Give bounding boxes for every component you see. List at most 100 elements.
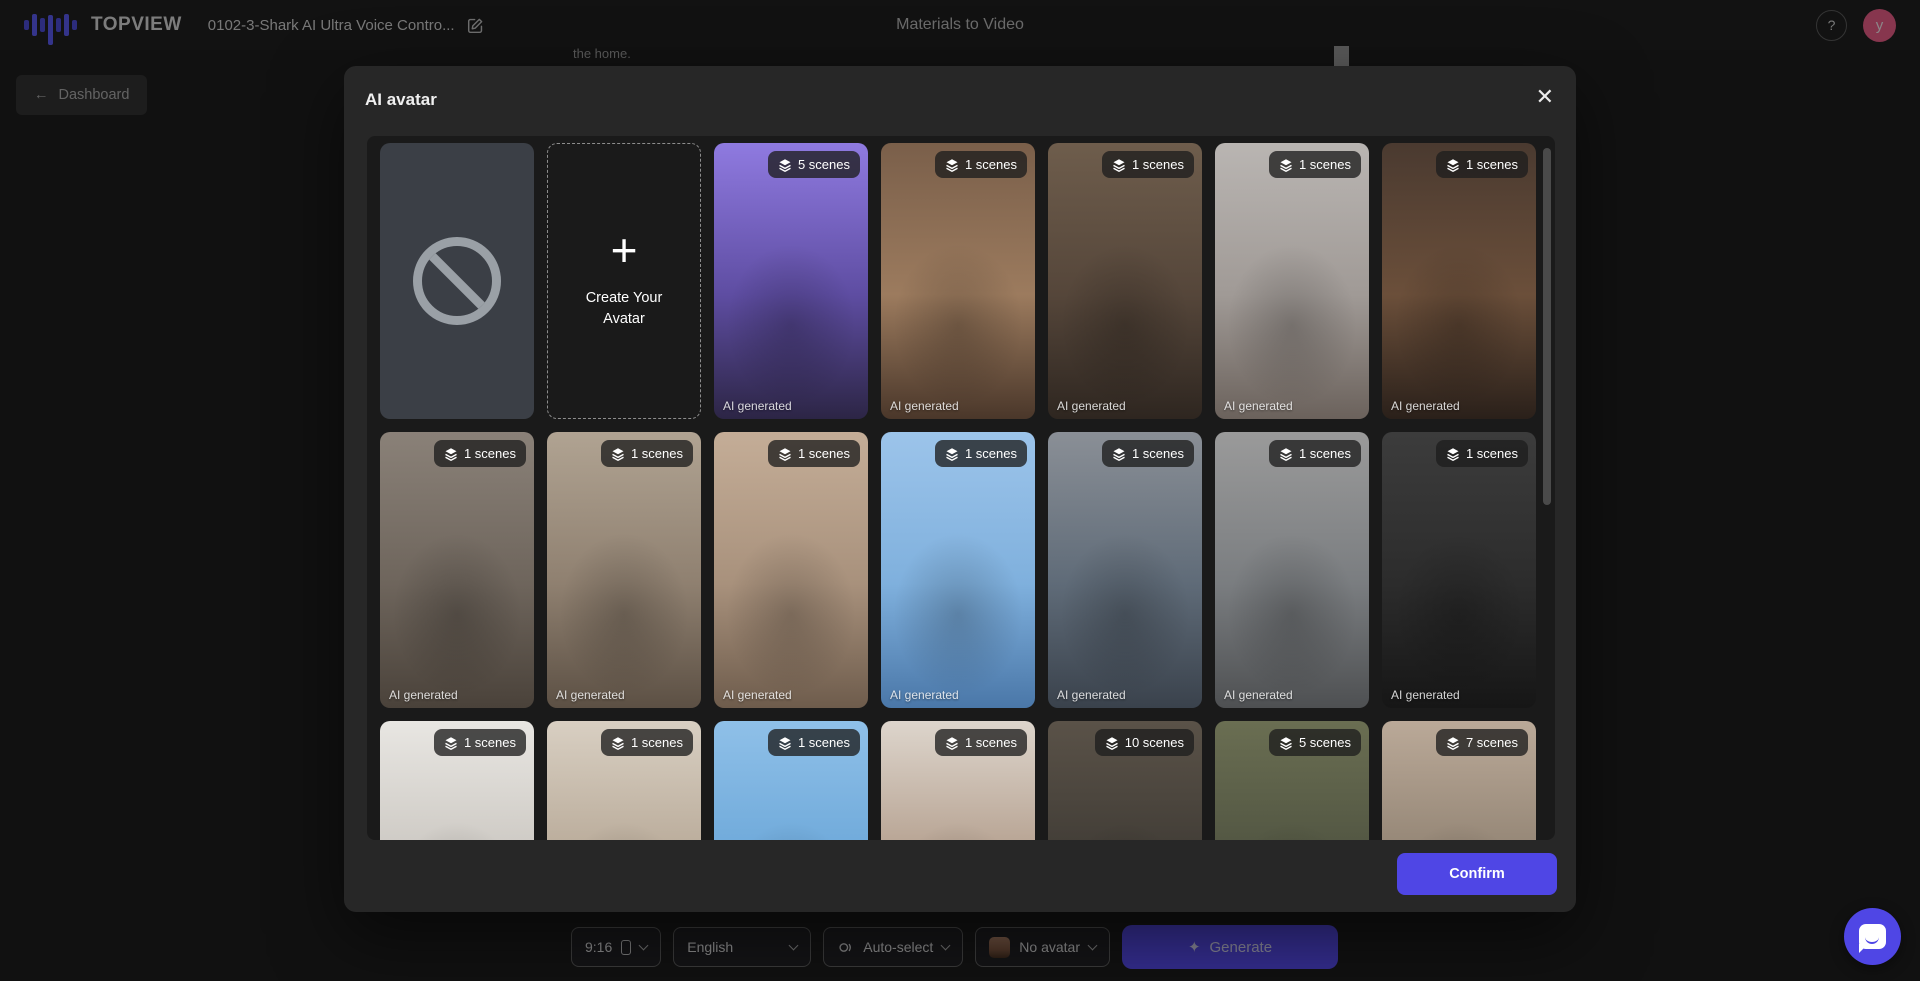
scenes-badge: 10 scenes: [1095, 729, 1194, 756]
avatar-panel: + Create Your Avatar 5 scenes AI generat…: [367, 136, 1555, 840]
scenes-badge: 1 scenes: [1436, 440, 1528, 467]
scenes-count-label: 1 scenes: [631, 735, 683, 750]
scenes-badge: 1 scenes: [768, 440, 860, 467]
scenes-count-label: 5 scenes: [1299, 735, 1351, 750]
no-avatar-card[interactable]: [380, 143, 534, 419]
ai-generated-label: AI generated: [1391, 399, 1460, 413]
scenes-badge: 1 scenes: [1269, 440, 1361, 467]
scenes-count-label: 5 scenes: [798, 157, 850, 172]
avatar-grid: + Create Your Avatar 5 scenes AI generat…: [367, 136, 1549, 840]
scenes-badge: 1 scenes: [434, 729, 526, 756]
scenes-count-label: 7 scenes: [1466, 735, 1518, 750]
modal-title: AI avatar: [365, 90, 437, 110]
scenes-count-label: 1 scenes: [798, 446, 850, 461]
avatar-card[interactable]: 5 scenes AI generated: [1215, 721, 1369, 840]
scenes-badge: 5 scenes: [1269, 729, 1361, 756]
ai-avatar-modal: AI avatar ✕ + Create Your Avatar 5 scene…: [344, 66, 1576, 912]
scenes-count-label: 1 scenes: [965, 446, 1017, 461]
scenes-count-label: 1 scenes: [965, 735, 1017, 750]
avatar-card[interactable]: 1 scenes AI generated: [714, 721, 868, 840]
create-avatar-card[interactable]: + Create Your Avatar: [547, 143, 701, 419]
plus-icon: +: [611, 232, 638, 269]
scenes-badge: 5 scenes: [768, 151, 860, 178]
ai-generated-label: AI generated: [1224, 688, 1293, 702]
scenes-badge: 1 scenes: [434, 440, 526, 467]
scenes-count-label: 1 scenes: [1299, 446, 1351, 461]
scenes-count-label: 1 scenes: [1466, 446, 1518, 461]
layers-icon: [778, 447, 792, 461]
scenes-count-label: 1 scenes: [464, 446, 516, 461]
layers-icon: [1279, 447, 1293, 461]
scenes-badge: 7 scenes: [1436, 729, 1528, 756]
avatar-card[interactable]: 1 scenes AI generated: [547, 721, 701, 840]
avatar-card[interactable]: 7 scenes AI generated: [1382, 721, 1536, 840]
scenes-badge: 1 scenes: [935, 151, 1027, 178]
avatar-card[interactable]: 1 scenes AI generated: [881, 721, 1035, 840]
layers-icon: [611, 447, 625, 461]
chat-launcher-button[interactable]: [1844, 908, 1901, 965]
avatar-card[interactable]: 1 scenes AI generated: [881, 432, 1035, 708]
avatar-card[interactable]: 1 scenes AI generated: [714, 432, 868, 708]
scenes-count-label: 1 scenes: [631, 446, 683, 461]
ai-generated-label: AI generated: [1057, 399, 1126, 413]
layers-icon: [1112, 158, 1126, 172]
layers-icon: [444, 447, 458, 461]
scenes-badge: 1 scenes: [1102, 440, 1194, 467]
layers-icon: [444, 736, 458, 750]
layers-icon: [1279, 736, 1293, 750]
ai-generated-label: AI generated: [723, 399, 792, 413]
ai-generated-label: AI generated: [723, 688, 792, 702]
layers-icon: [778, 736, 792, 750]
scenes-badge: 1 scenes: [601, 440, 693, 467]
scenes-count-label: 1 scenes: [1132, 157, 1184, 172]
avatar-card[interactable]: 1 scenes AI generated: [1048, 432, 1202, 708]
avatar-card[interactable]: 1 scenes AI generated: [1215, 432, 1369, 708]
avatar-card[interactable]: 10 scenes AI generated: [1048, 721, 1202, 840]
scenes-count-label: 1 scenes: [464, 735, 516, 750]
ai-generated-label: AI generated: [1224, 399, 1293, 413]
avatar-card[interactable]: 1 scenes AI generated: [380, 721, 534, 840]
scenes-count-label: 1 scenes: [1299, 157, 1351, 172]
confirm-button[interactable]: Confirm: [1397, 853, 1557, 895]
avatar-card[interactable]: 1 scenes AI generated: [1048, 143, 1202, 419]
ai-generated-label: AI generated: [890, 688, 959, 702]
scenes-count-label: 1 scenes: [798, 735, 850, 750]
layers-icon: [945, 447, 959, 461]
ai-generated-label: AI generated: [1391, 688, 1460, 702]
layers-icon: [1112, 447, 1126, 461]
layers-icon: [945, 158, 959, 172]
scenes-badge: 1 scenes: [768, 729, 860, 756]
scenes-badge: 1 scenes: [1102, 151, 1194, 178]
scenes-badge: 1 scenes: [935, 729, 1027, 756]
scrollbar-thumb[interactable]: [1543, 148, 1551, 505]
scenes-badge: 1 scenes: [601, 729, 693, 756]
layers-icon: [611, 736, 625, 750]
ai-generated-label: AI generated: [1057, 688, 1126, 702]
ai-generated-label: AI generated: [389, 688, 458, 702]
scenes-count-label: 1 scenes: [1466, 157, 1518, 172]
avatar-card[interactable]: 1 scenes AI generated: [1382, 143, 1536, 419]
layers-icon: [1105, 736, 1119, 750]
layers-icon: [778, 158, 792, 172]
avatar-card[interactable]: 1 scenes AI generated: [1382, 432, 1536, 708]
create-avatar-label: Create Your Avatar: [576, 288, 672, 330]
scenes-count-label: 1 scenes: [1132, 446, 1184, 461]
avatar-card[interactable]: 1 scenes AI generated: [881, 143, 1035, 419]
scenes-count-label: 1 scenes: [965, 157, 1017, 172]
close-icon[interactable]: ✕: [1536, 84, 1554, 110]
ai-generated-label: AI generated: [556, 688, 625, 702]
avatar-card[interactable]: 1 scenes AI generated: [380, 432, 534, 708]
avatar-card[interactable]: 1 scenes AI generated: [1215, 143, 1369, 419]
ai-generated-label: AI generated: [890, 399, 959, 413]
avatar-card[interactable]: 1 scenes AI generated: [547, 432, 701, 708]
scenes-count-label: 10 scenes: [1125, 735, 1184, 750]
layers-icon: [1446, 158, 1460, 172]
scenes-badge: 1 scenes: [1269, 151, 1361, 178]
chat-bubble-icon: [1859, 924, 1886, 949]
layers-icon: [1446, 447, 1460, 461]
layers-icon: [945, 736, 959, 750]
scenes-badge: 1 scenes: [1436, 151, 1528, 178]
scenes-badge: 1 scenes: [935, 440, 1027, 467]
prohibition-icon: [413, 237, 501, 325]
avatar-card[interactable]: 5 scenes AI generated: [714, 143, 868, 419]
